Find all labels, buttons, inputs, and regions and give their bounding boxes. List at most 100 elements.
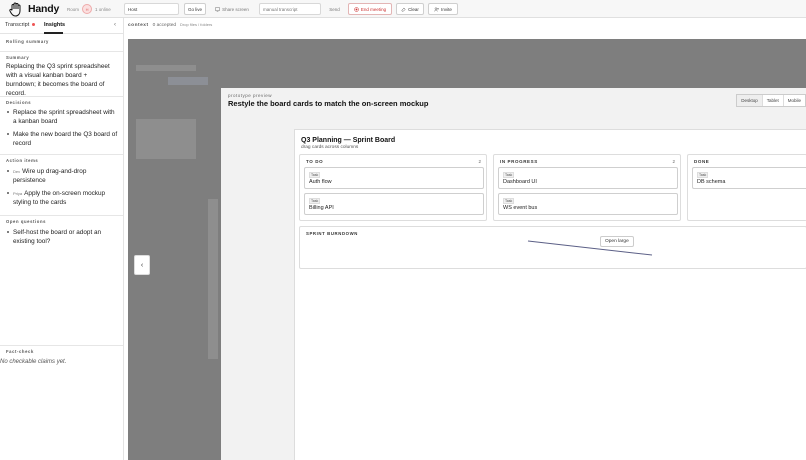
- column-title: IN PROGRESS: [500, 159, 538, 164]
- task-card[interactable]: Task Billing API: [304, 193, 484, 215]
- prototype-preview: prototype preview Restyle the board card…: [221, 88, 806, 460]
- action-items-heading: Action items: [6, 158, 39, 163]
- top-bar: Handy Room H 1 online Host Go live Share…: [0, 0, 806, 18]
- panel-tabs: Transcript Insights ‹: [0, 18, 123, 34]
- task-card[interactable]: Task WS event bus: [498, 193, 678, 215]
- shared-screen-canvas: ‹ prototype preview Restyle the board ca…: [128, 39, 806, 460]
- room-indicator: Room H 1 online: [67, 3, 121, 15]
- background-shape: [168, 77, 208, 85]
- device-toggle: Desktop Tablet Mobile: [736, 94, 806, 107]
- preview-label: prototype preview: [228, 93, 273, 98]
- card-title: Billing API: [309, 205, 334, 211]
- card-title: WS event bus: [503, 205, 538, 211]
- action-items-section: Action items Dev Wire up drag-and-drop pe…: [0, 154, 123, 211]
- drop-hint[interactable]: Drop files / folders: [180, 22, 212, 27]
- active-tab-indicator: [44, 32, 63, 34]
- card-tag: Task: [503, 198, 515, 204]
- background-shape: [208, 199, 218, 359]
- chevron-left-icon[interactable]: ‹: [134, 255, 150, 275]
- task-card[interactable]: Task DB schema: [692, 167, 806, 189]
- invite-label: Invite: [441, 6, 452, 12]
- monitor-icon: [215, 6, 220, 12]
- column-in-progress: IN PROGRESS 2 Task Dashboard UI Task WS ev…: [493, 154, 681, 221]
- context-bar: context 0 accepted Drop files / folders: [128, 22, 212, 28]
- card-tag: Task: [697, 172, 709, 178]
- send-button[interactable]: Send: [325, 3, 344, 15]
- column-todo: TO DO 2 Task Auth flow Task Billing API: [299, 154, 487, 221]
- background-shape: [136, 65, 196, 71]
- column-count: 2: [478, 159, 481, 164]
- insights-panel: Transcript Insights ‹ Rolling summary Su…: [0, 18, 124, 460]
- end-meeting-button[interactable]: End meeting: [348, 3, 392, 15]
- tab-transcript-label: Transcript: [5, 22, 30, 28]
- tab-transcript[interactable]: Transcript: [5, 22, 36, 28]
- card-title: Dashboard UI: [503, 179, 537, 185]
- card-tag: Task: [503, 172, 515, 178]
- open-large-button[interactable]: Open large: [600, 236, 634, 247]
- column-title: TO DO: [306, 159, 324, 164]
- summary-heading: Summary: [6, 55, 30, 60]
- action-text: Apply the on-screen mockup styling to th…: [13, 190, 106, 206]
- owner-badge: Dev: [13, 169, 21, 174]
- card-tag: Task: [309, 198, 321, 204]
- brand-name: Handy: [28, 3, 60, 15]
- hand-icon: [9, 2, 21, 17]
- accepted-count: 0 accepted: [152, 23, 177, 28]
- clear-button[interactable]: Clear: [396, 3, 424, 15]
- fact-check-empty: No checkable claims yet.: [0, 359, 67, 365]
- column-title: DONE: [694, 159, 710, 164]
- decisions-heading: Decisions: [6, 100, 32, 105]
- burndown-chart: [527, 240, 653, 256]
- open-questions-heading: Open questions: [6, 219, 47, 224]
- board-subtitle: drag cards across columns: [301, 145, 359, 150]
- unread-dot: [32, 23, 36, 27]
- eraser-icon: [401, 7, 406, 11]
- stop-circle-icon: [354, 6, 359, 12]
- clear-label: Clear: [408, 6, 419, 12]
- rolling-summary-heading: Rolling summary: [6, 39, 49, 44]
- transcript-input[interactable]: manual transcript: [259, 3, 321, 15]
- end-meeting-label: End meeting: [360, 6, 387, 12]
- summary-text: Replacing the Q3 sprint spreadsheet with…: [6, 63, 110, 97]
- fact-check-heading: Fact-check: [6, 349, 34, 354]
- invite-button[interactable]: Invite: [428, 3, 458, 15]
- preview-title: Restyle the board cards to match the on-…: [228, 99, 429, 108]
- summary-section: Summary Replacing the Q3 sprint spreadsh…: [0, 51, 123, 100]
- share-screen-label: Share screen: [222, 6, 249, 12]
- sprint-board: Q3 Planning — Sprint Board drag cards ac…: [294, 129, 806, 460]
- decisions-section: Decisions Replace the sprint spreadsheet…: [0, 96, 123, 152]
- list-item: Dev Wire up drag-and-drop persistence: [6, 167, 118, 185]
- room-label: Room: [67, 6, 80, 12]
- list-item: Replace the sprint spreadsheet with a ka…: [6, 108, 118, 126]
- burndown-panel: SPRINT BURNDOWN Open large: [299, 226, 806, 269]
- card-title: DB schema: [697, 179, 726, 185]
- device-mobile[interactable]: Mobile: [782, 95, 805, 106]
- action-text: Wire up drag-and-drop persistence: [13, 168, 87, 184]
- column-count: 2: [672, 159, 675, 164]
- board-title: Q3 Planning — Sprint Board: [301, 137, 396, 144]
- fact-check-section: Fact-check No checkable claims yet.: [0, 345, 123, 365]
- person-add-icon: [434, 6, 439, 11]
- logo: Handy: [8, 1, 59, 17]
- tab-insights[interactable]: Insights: [44, 22, 65, 28]
- context-label: context: [128, 23, 149, 28]
- background-shape: [136, 119, 196, 159]
- list-item: Priya Apply the on-screen mockup styling …: [6, 189, 118, 207]
- list-item: Self-host the board or adopt an existing…: [6, 228, 118, 246]
- column-done: DONE Task DB schema: [687, 154, 806, 221]
- device-tablet[interactable]: Tablet: [761, 95, 783, 106]
- presence-count: 1 online: [95, 6, 111, 12]
- card-tag: Task: [309, 172, 321, 178]
- device-desktop[interactable]: Desktop: [737, 95, 762, 106]
- task-card[interactable]: Task Auth flow: [304, 167, 484, 189]
- name-input[interactable]: Host: [124, 3, 179, 15]
- share-screen-button[interactable]: Share screen: [210, 3, 254, 15]
- owner-badge: Priya: [13, 191, 23, 196]
- open-questions-section: Open questions Self-host the board or ad…: [0, 215, 123, 250]
- main-area: context 0 accepted Drop files / folders …: [124, 18, 806, 460]
- task-card[interactable]: Task Dashboard UI: [498, 167, 678, 189]
- list-item: Make the new board the Q3 board of recor…: [6, 130, 118, 148]
- go-live-button[interactable]: Go live: [184, 3, 206, 15]
- avatar[interactable]: H: [82, 4, 93, 14]
- collapse-icon[interactable]: ‹: [114, 22, 116, 28]
